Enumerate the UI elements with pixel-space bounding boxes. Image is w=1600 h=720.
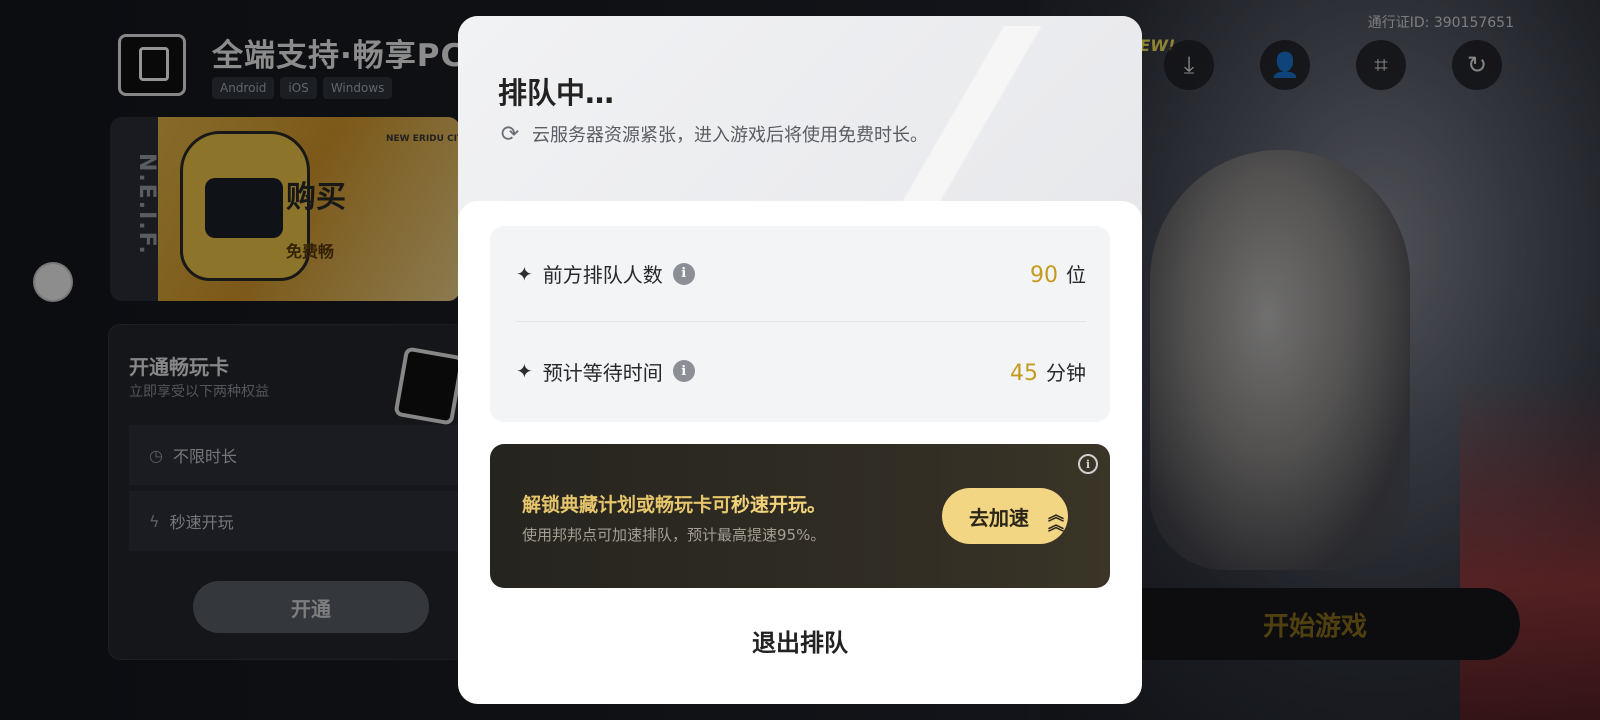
modal-header: 排队中… ⟳ 云服务器资源紧张，进入游戏后将使用免费时长。 (458, 16, 1142, 226)
cloud-sync-icon: ⟳ (500, 121, 520, 147)
info-icon[interactable]: i (672, 360, 695, 382)
queue-stats: ✦ 前方排队人数 i 90 位 ✦ 预计等待时间 i 45 分钟 (490, 226, 1110, 422)
sparkle-icon: ✦ (516, 359, 533, 383)
queue-ahead-unit: 位 (1066, 263, 1086, 287)
modal-subtitle-row: ⟳ 云服务器资源紧张，进入游戏后将使用免费时长。 (498, 121, 928, 147)
queue-ahead-label: 前方排队人数 (542, 263, 663, 287)
double-chevron-up-icon: ︽ ︽ (1048, 505, 1065, 534)
promo-headline-text: 解锁典藏计划或畅玩卡可 (522, 494, 732, 516)
modal-title: 排队中… (498, 76, 615, 110)
queue-ahead-value: 90 (1030, 263, 1058, 288)
promo-headline: 解锁典藏计划或畅玩卡可秒速开玩。 (522, 490, 826, 517)
queue-modal: 排队中… ⟳ 云服务器资源紧张，进入游戏后将使用免费时长。 ✦ 前方排队人数 i… (458, 16, 1142, 704)
speedup-promo: i 解锁典藏计划或畅玩卡可秒速开玩。 使用邦邦点可加速排队，预计最高提速95%。… (490, 444, 1110, 588)
promo-description: 使用邦邦点可加速排队，预计最高提速95%。 (522, 526, 826, 544)
info-icon[interactable]: i (1078, 454, 1098, 474)
wait-time-value: 45 (1010, 360, 1038, 386)
info-icon[interactable]: i (672, 262, 695, 285)
modal-body: ✦ 前方排队人数 i 90 位 ✦ 预计等待时间 i 45 分钟 i 解锁典藏计… (458, 201, 1142, 704)
wait-time-unit: 分钟 (1046, 360, 1086, 385)
quit-queue-button[interactable]: 退出排队 (458, 610, 1142, 670)
sparkle-icon: ✦ (516, 261, 533, 286)
promo-headline-highlight: 秒速开玩。 (731, 494, 827, 516)
wait-time-row: ✦ 预计等待时间 i 45 分钟 (516, 323, 1086, 419)
wait-time-label: 预计等待时间 (542, 360, 663, 385)
modal-subtitle: 云服务器资源紧张，进入游戏后将使用免费时长。 (532, 125, 928, 146)
queue-ahead-row: ✦ 前方排队人数 i 90 位 (516, 226, 1086, 322)
